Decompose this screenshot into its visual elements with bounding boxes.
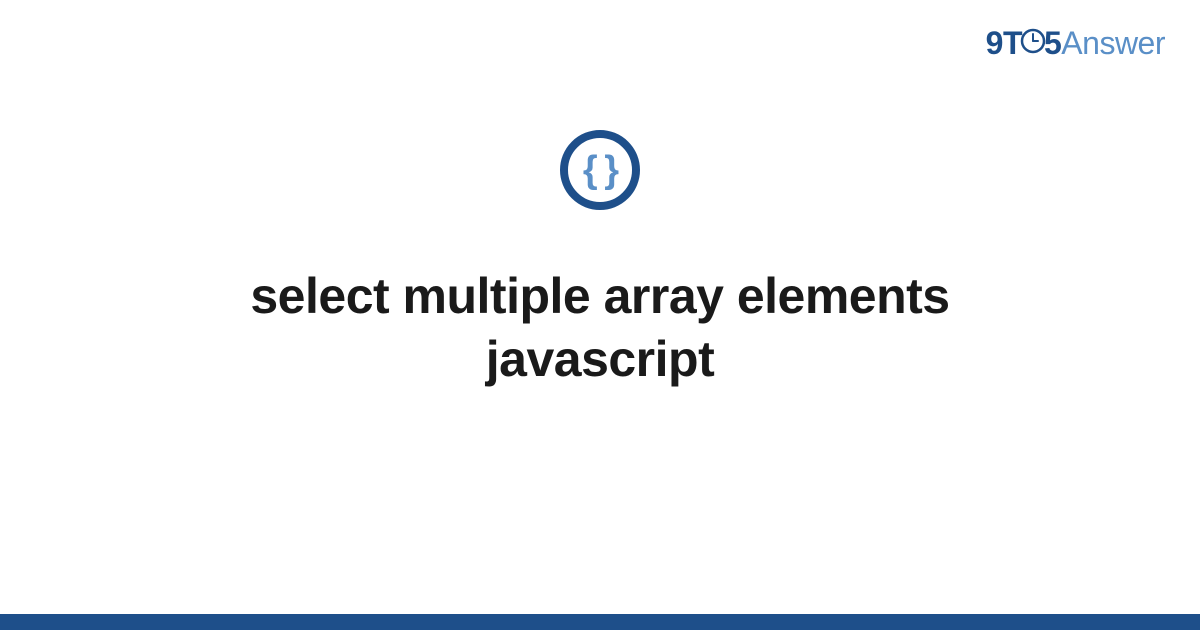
page-title: select multiple array elements javascrip…: [150, 265, 1050, 390]
code-braces-icon: { }: [583, 149, 617, 192]
topic-icon-circle: { }: [560, 130, 640, 210]
footer-accent-bar: [0, 614, 1200, 630]
logo-answer: Answer: [1061, 25, 1165, 61]
logo-nine: 9: [986, 25, 1003, 61]
site-logo[interactable]: 9T5Answer: [986, 25, 1165, 64]
clock-icon: [1020, 25, 1046, 62]
logo-five: 5: [1044, 25, 1061, 61]
main-content: { } select multiple array elements javas…: [0, 130, 1200, 390]
